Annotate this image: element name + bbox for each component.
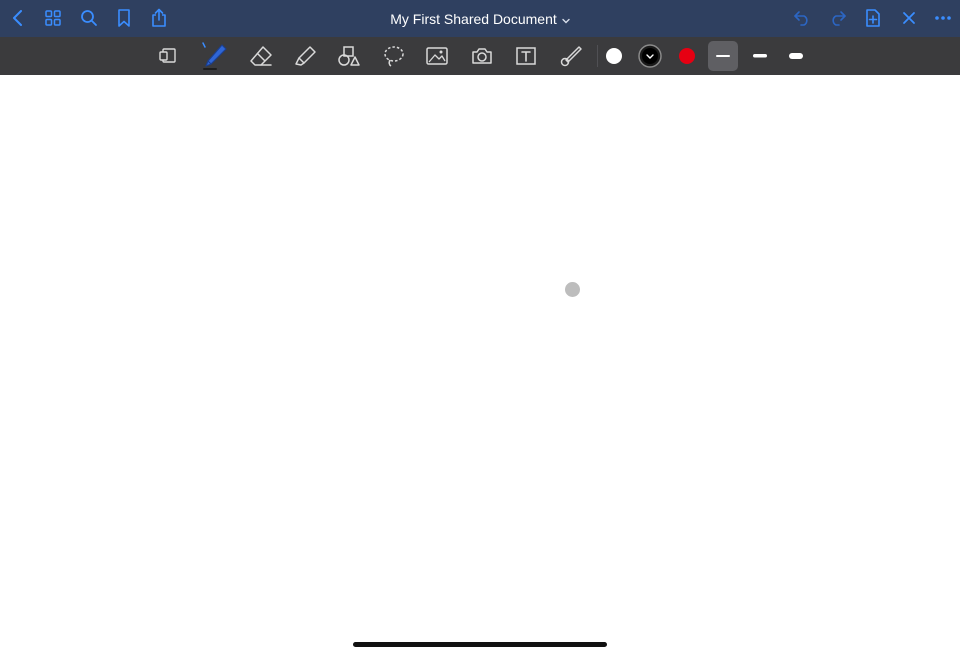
search-icon <box>81 10 97 26</box>
laser-pointer-icon <box>560 46 582 67</box>
white-color-dot <box>606 48 622 64</box>
thick-stroke-icon <box>789 53 803 59</box>
medium-stroke-icon <box>753 54 767 58</box>
stylus-touch-indicator <box>565 282 580 297</box>
share-icon <box>152 8 166 27</box>
red-color-dot <box>679 48 695 64</box>
shapes-tool[interactable] <box>331 37 367 75</box>
undo-icon <box>794 11 808 26</box>
color-swatch-black-selected[interactable] <box>635 37 665 75</box>
share-button[interactable] <box>149 6 169 30</box>
navigation-bar: My First Shared Document <box>0 0 960 37</box>
add-page-button[interactable] <box>862 6 884 30</box>
bookmark-button[interactable] <box>114 7 134 29</box>
document-title-menu[interactable]: My First Shared Document <box>330 0 630 37</box>
close-icon <box>903 12 915 24</box>
camera-tool[interactable] <box>464 37 500 75</box>
home-indicator[interactable] <box>353 642 607 647</box>
redo-button[interactable] <box>827 7 849 29</box>
close-button[interactable] <box>898 7 920 29</box>
toolbar-divider <box>597 45 598 67</box>
note-canvas[interactable] <box>0 75 960 652</box>
back-chevron-icon <box>13 10 22 26</box>
lasso-tool[interactable] <box>376 37 412 75</box>
color-swatch-red[interactable] <box>672 37 702 75</box>
thumbnails-button[interactable] <box>42 7 64 29</box>
pen-icon <box>202 42 227 70</box>
text-box-tool[interactable] <box>508 37 544 75</box>
pen-tool[interactable] <box>196 37 232 75</box>
redo-icon <box>832 11 846 26</box>
add-page-icon <box>866 9 880 27</box>
back-button[interactable] <box>6 6 30 30</box>
grid-icon <box>45 10 61 26</box>
more-icon <box>935 16 951 20</box>
camera-icon <box>472 48 492 64</box>
color-swatch-white[interactable] <box>599 37 629 75</box>
lasso-icon <box>384 46 404 67</box>
eraser-tool[interactable] <box>243 37 279 75</box>
document-title: My First Shared Document <box>390 10 557 27</box>
page-layout-tool[interactable] <box>150 37 186 75</box>
chevron-down-icon <box>562 11 570 27</box>
black-color-dot <box>638 44 662 68</box>
search-button[interactable] <box>78 7 100 29</box>
stroke-width-thin[interactable] <box>708 37 738 75</box>
text-box-icon <box>516 47 536 65</box>
bookmark-icon <box>118 9 130 27</box>
stroke-width-thick[interactable] <box>781 37 811 75</box>
highlighter-tool[interactable] <box>287 37 323 75</box>
eraser-icon <box>250 46 272 66</box>
highlighter-icon <box>295 46 316 66</box>
shapes-icon <box>338 46 360 66</box>
laser-pointer-tool[interactable] <box>553 37 589 75</box>
stroke-width-medium[interactable] <box>745 37 775 75</box>
page-layout-icon <box>159 48 176 63</box>
undo-button[interactable] <box>791 7 813 29</box>
thin-stroke-icon <box>716 55 730 57</box>
image-icon <box>426 47 448 65</box>
image-tool[interactable] <box>419 37 455 75</box>
more-button[interactable] <box>932 7 954 29</box>
